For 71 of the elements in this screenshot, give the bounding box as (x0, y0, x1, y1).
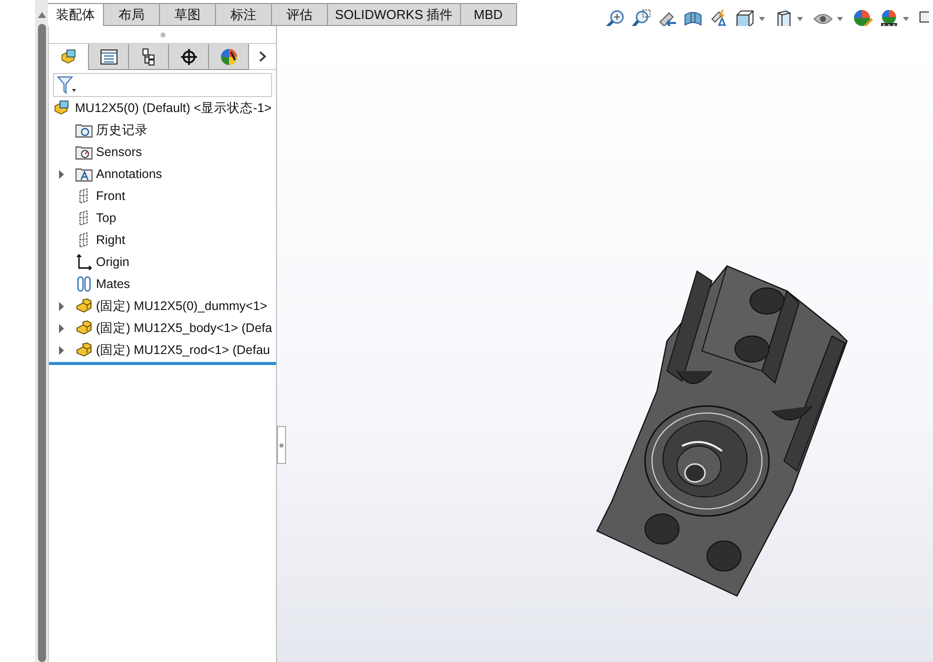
tree-item-label[interactable]: Sensors (96, 142, 142, 162)
tree-item[interactable]: Mates (49, 273, 276, 295)
command-tab[interactable]: MBD (460, 3, 517, 26)
graphics-viewport[interactable] (277, 26, 933, 662)
zoom-area-icon[interactable] (631, 9, 651, 29)
tree-item-label[interactable]: (固定) MU12X5(0)_dummy<1> (96, 296, 268, 316)
tree-item[interactable]: Top (49, 207, 276, 229)
tree-item-label[interactable]: Top (96, 208, 116, 228)
assembly-icon (60, 49, 78, 65)
command-tab[interactable]: SOLIDWORKS 插件 (328, 3, 461, 26)
zoom-to-fit-icon[interactable] (605, 9, 625, 29)
tree-item-label[interactable]: Origin (96, 252, 130, 272)
part-icon (75, 298, 93, 314)
gauge-folder-icon (75, 144, 93, 160)
caret-icon[interactable] (797, 17, 803, 21)
dynamic-annotation-icon[interactable] (709, 9, 729, 29)
tree-item-label[interactable]: 历史记录 (96, 120, 148, 140)
filter-button[interactable] (57, 76, 77, 94)
paperclip-icon (75, 276, 93, 292)
scrollbar-thumb[interactable] (38, 24, 46, 662)
filter-icon (57, 76, 77, 94)
tree-item[interactable]: (固定) MU12X5_rod<1> (Defau (49, 339, 276, 361)
tree-item[interactable]: Right (49, 229, 276, 251)
tree-item[interactable]: Sensors (49, 141, 276, 163)
expand-arrow-icon[interactable] (58, 346, 64, 354)
caret-icon[interactable] (903, 17, 909, 21)
eye-icon[interactable] (813, 12, 833, 26)
part-icon (75, 342, 93, 358)
origin-axes-icon (75, 254, 93, 270)
splitter-dot-icon[interactable] (160, 32, 166, 38)
tree-item-label[interactable]: Right (96, 230, 126, 250)
configuration-icon (140, 48, 156, 66)
tree-item[interactable]: (固定) MU12X5(0)_dummy<1> (49, 295, 276, 317)
command-tab[interactable]: 布局 (104, 3, 160, 26)
tree-item-label[interactable]: Annotations (96, 164, 162, 184)
tree-root-label[interactable]: MU12X5(0) (Default) <显示状态-1> (75, 98, 272, 118)
color-ball-icon (220, 48, 238, 66)
chevron-right-icon (259, 51, 266, 62)
panel-tab[interactable] (169, 44, 209, 70)
panel-tab[interactable] (89, 44, 129, 70)
command-tab[interactable]: 评估 (272, 3, 328, 26)
scrollbar[interactable] (35, 0, 48, 662)
filter-field[interactable] (53, 73, 272, 97)
tree-item[interactable]: Front (49, 185, 276, 207)
history-folder-icon (75, 122, 93, 138)
annotation-folder-icon (75, 166, 93, 182)
command-tab[interactable]: 装配体 (48, 3, 104, 26)
assembly-icon (53, 100, 71, 116)
handle-dot-icon (279, 442, 284, 448)
expand-arrow-icon[interactable] (58, 302, 64, 310)
command-tab[interactable]: 草图 (160, 3, 216, 26)
command-tab[interactable]: 标注 (216, 3, 272, 26)
caret-icon[interactable] (837, 17, 843, 21)
tree-item-label[interactable]: (固定) MU12X5_body<1> (Defa (96, 318, 272, 338)
view-orientation-icon[interactable] (735, 9, 755, 29)
tree-item-label[interactable]: Front (96, 186, 126, 206)
tree-item[interactable]: (固定) MU12X5_body<1> (Defa (49, 317, 276, 339)
list-icon (100, 48, 118, 64)
tree-item[interactable]: Annotations (49, 163, 276, 185)
expand-arrow-icon[interactable] (58, 170, 64, 178)
tree-item-label[interactable]: (固定) MU12X5_rod<1> (Defau (96, 340, 270, 360)
tree-item[interactable]: 历史记录 (49, 119, 276, 141)
caret-icon[interactable] (759, 17, 765, 21)
panel-collapse-handle[interactable] (277, 426, 286, 464)
panel-tab[interactable] (129, 44, 169, 70)
scroll-up-arrow-icon[interactable] (38, 12, 46, 18)
part-icon (75, 320, 93, 336)
tree-item[interactable]: Origin (49, 251, 276, 273)
crosshair-icon (180, 48, 198, 66)
expand-arrow-icon[interactable] (58, 324, 64, 332)
tree-item-label[interactable]: Mates (96, 274, 130, 294)
